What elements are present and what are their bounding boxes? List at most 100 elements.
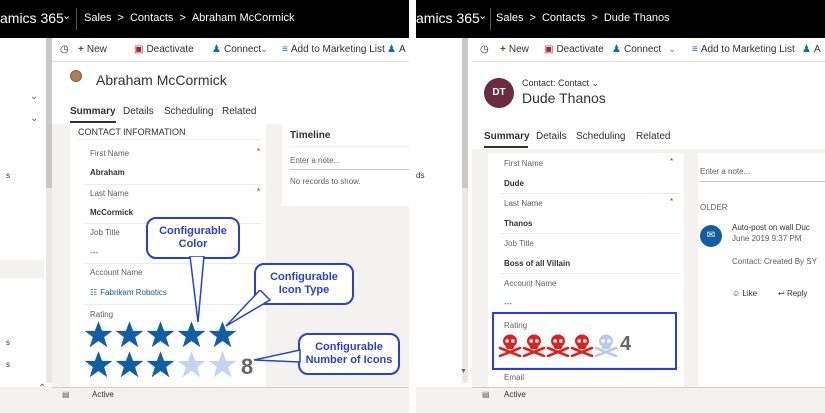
star-icon-filled[interactable] [115,350,144,384]
star-icon[interactable] [146,320,175,354]
sitemap-scrollbar[interactable] [462,38,468,383]
reply-icon: ↩ [778,289,785,298]
history-icon[interactable]: ◷ [60,44,69,55]
deactivate-button[interactable]: ▣ Deactivate [134,44,194,55]
last-name-label: Last Name [504,199,543,208]
account-name-field[interactable]: --- [504,299,512,308]
record-status: Active [504,390,526,399]
scrollbar-thumb[interactable] [462,38,468,188]
divider [490,8,491,30]
first-name-field[interactable]: Abraham [90,168,125,177]
star-icon-empty[interactable] [177,350,206,384]
star-icon-filled[interactable] [146,350,175,384]
site-map-panel: ds ▼ [416,38,472,387]
history-icon[interactable]: ◷ [480,44,489,55]
sitemap-item-fragment[interactable]: ds [416,171,424,180]
connect-dropdown-chevron-icon[interactable]: ⌄ [260,44,268,55]
account-name-link[interactable]: Fabrikam Robotics [100,288,167,297]
breadcrumb-sales[interactable]: Sales [496,12,524,24]
open-in-window-icon[interactable]: ▤ [62,390,70,399]
divider [700,181,825,182]
chevron-down-icon: ⌄ [591,78,600,88]
breadcrumb-contacts[interactable]: Contacts [130,12,173,24]
add-to-marketing-list-button[interactable]: ≡ Add to Marketing List [692,44,795,55]
sitemap-selected-item[interactable] [0,260,44,278]
star-icon-filled[interactable] [84,350,113,384]
timeline-section: Timeline Enter a note... No records to s… [282,124,409,206]
tab-details[interactable]: Details [536,131,567,142]
avatar[interactable] [70,70,82,82]
assign-button[interactable]: ♟ A [387,44,406,55]
right-screenshot-panel: amics 365 ⌄ Sales > Contacts > Dude Thanos d… [416,0,825,413]
tab-related[interactable]: Related [636,131,670,142]
tab-summary[interactable]: Summary [70,106,116,117]
timeline-empty-message: No records to show. [290,177,361,186]
tab-scheduling[interactable]: Scheduling [164,106,213,117]
job-title-label: Job Title [90,228,120,237]
command-bar: ◷ + New ▣ Deactivate ♟ Connect ⌄ ≡ Add to Ma… [472,38,825,62]
app-switcher-chevron-icon[interactable]: ⌄ [478,9,487,22]
plus-icon: + [500,44,506,55]
sitemap-item-fragment[interactable]: s [6,171,10,180]
entity-type-label: Contact: Contact [522,78,590,88]
reply-button[interactable]: ↩ Reply [778,289,807,298]
breadcrumb-contacts[interactable]: Contacts [542,12,585,24]
callout-text: Configurable Number of Icons [305,341,393,366]
app-name[interactable]: amics 365 [0,10,64,26]
last-name-field[interactable]: McCormick [90,208,133,217]
sitemap-item-fragment[interactable]: s [6,338,10,347]
divider [290,146,409,147]
form-header: DT Contact: Contact ⌄ Dude Thanos Summar… [472,62,825,149]
divider [78,139,260,140]
collapse-chevron-icon[interactable]: ⌃ [38,383,46,394]
smiley-icon: ☺ [732,289,741,298]
connect-button[interactable]: ♟ Connect [612,44,661,55]
scroll-down-arrow-icon[interactable]: ▼ [460,368,467,375]
entity-type-selector[interactable]: Contact: Contact ⌄ [522,78,599,89]
first-name-field[interactable]: Dude [504,179,524,188]
breadcrumb-sales[interactable]: Sales [84,12,112,24]
chevron-down-icon[interactable]: ⌄ [30,113,38,124]
tab-summary[interactable]: Summary [484,131,530,142]
star-icon-empty[interactable] [208,350,237,384]
assign-button[interactable]: ♟ A [802,44,821,55]
tab-details[interactable]: Details [123,106,154,117]
tab-scheduling[interactable]: Scheduling [576,131,625,142]
chevron-down-icon[interactable]: ⌄ [30,91,38,102]
timeline-title: Timeline [290,130,331,141]
callout-pointer [225,290,272,327]
timeline-section: Enter a note... OLDER ✉ Auto-post on wal… [698,153,825,387]
top-navigation-bar: amics 365 ⌄ Sales > Contacts > Dude Thanos [416,0,825,38]
app-name[interactable]: amics 365 [416,10,480,26]
new-button[interactable]: + New [78,44,107,55]
form-tabs: Summary Details Scheduling Related [472,131,825,149]
last-name-field[interactable]: Thanos [504,219,532,228]
callout-pointer [189,256,205,323]
new-button[interactable]: + New [500,44,529,55]
avatar[interactable]: DT [484,78,514,108]
star-icon[interactable] [84,320,113,354]
like-button[interactable]: ☺ Like [732,289,757,298]
job-title-field[interactable]: --- [90,248,98,257]
breadcrumb-separator: > [591,12,598,24]
star-icon[interactable] [115,320,144,354]
post-date: June 2019 9:37 PM [732,234,802,243]
post-title[interactable]: Auto-post on wall Duc [732,223,810,232]
connect-dropdown-chevron-icon[interactable]: ⌄ [668,44,676,55]
sitemap-item-fragment[interactable]: s [6,360,10,369]
form-header: Abraham McCormick Summary Details Schedu… [52,62,409,124]
timeline-group-older[interactable]: OLDER [700,203,728,212]
rating-highlight-box [492,312,677,370]
add-to-marketing-list-button[interactable]: ≡ Add to Marketing List [282,44,385,55]
deactivate-button[interactable]: ▣ Deactivate [544,44,604,55]
record-title: Abraham McCormick [96,72,227,88]
job-title-field[interactable]: Boss of all Villain [504,259,570,268]
account-name-lookup[interactable]: ☷ Fabrikam Robotics [90,288,167,297]
connect-button[interactable]: ♟ Connect [212,44,261,55]
note-input[interactable]: Enter a note... [290,156,340,165]
open-in-window-icon[interactable]: ▤ [482,390,490,399]
tab-related[interactable]: Related [222,106,256,117]
note-input[interactable]: Enter a note... [700,167,750,176]
required-indicator: * [670,157,674,166]
app-switcher-chevron-icon[interactable]: ⌄ [62,9,71,22]
